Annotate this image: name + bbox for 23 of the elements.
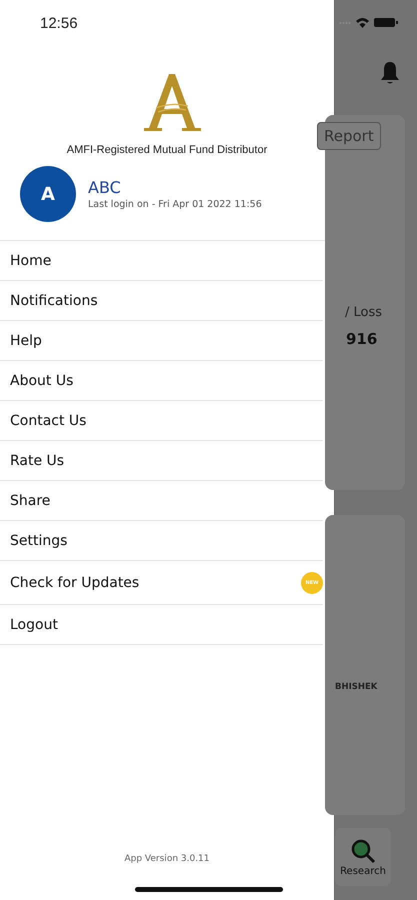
menu-item[interactable]: Rate Us	[0, 441, 323, 481]
profit-loss-value: 916	[346, 330, 378, 348]
menu-item[interactable]: Notifications	[0, 281, 323, 321]
research-tab[interactable]: Research	[335, 828, 391, 886]
wifi-icon	[355, 17, 370, 28]
user-name: ABC	[88, 178, 122, 197]
name-text: BHISHEK	[335, 682, 378, 692]
menu-item[interactable]: Help	[0, 321, 323, 361]
menu-item[interactable]: Home	[0, 241, 323, 281]
menu-item[interactable]: About Us	[0, 361, 323, 401]
menu-item[interactable]: Share	[0, 481, 323, 521]
avatar: A	[20, 166, 76, 222]
menu-item[interactable]: Settings	[0, 521, 323, 561]
profit-loss-label: / Loss	[345, 305, 382, 320]
menu-item[interactable]: Contact Us	[0, 401, 323, 441]
app-version: App Version 3.0.11	[123, 854, 211, 864]
last-login: Last login on - Fri Apr 01 2022 11:56	[88, 199, 262, 210]
battery-icon	[374, 17, 398, 28]
menu-item[interactable]: Logout	[0, 605, 323, 645]
tagline: AMFI-Registered Mutual Fund Distributor	[66, 144, 268, 156]
bell-icon[interactable]	[380, 61, 400, 85]
search-icon	[350, 838, 376, 864]
status-time: 12:56	[40, 14, 78, 32]
